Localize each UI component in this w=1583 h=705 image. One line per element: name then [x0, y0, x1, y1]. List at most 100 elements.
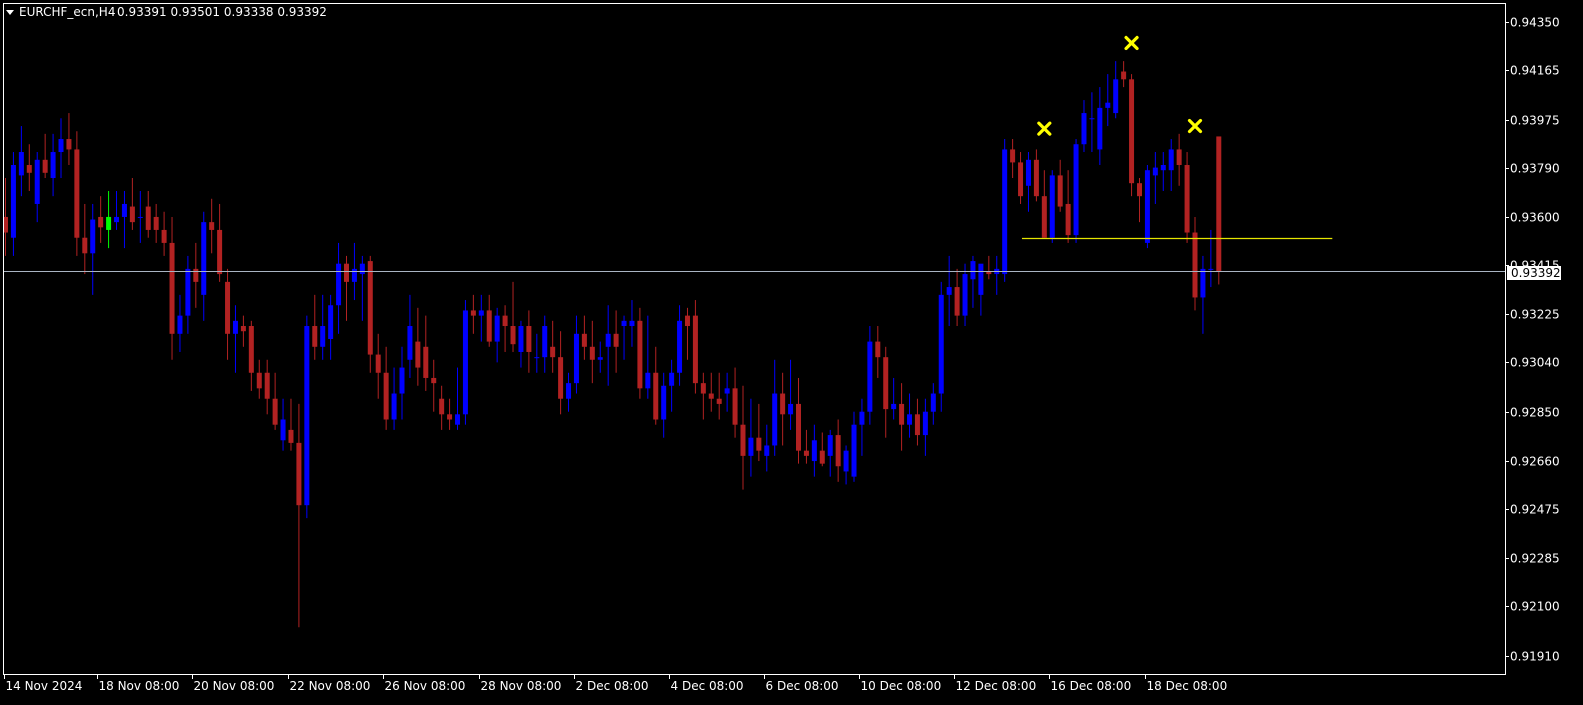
candle-body	[756, 437, 762, 451]
candle	[462, 300, 468, 425]
candle-body	[1097, 107, 1103, 150]
x-tick-label: 16 Dec 08:00	[1051, 679, 1132, 693]
candle-body	[1144, 170, 1150, 243]
candle	[637, 307, 643, 399]
candle-body	[106, 216, 112, 230]
candle-body	[42, 159, 48, 173]
candle-body	[772, 393, 778, 446]
candle-body	[1073, 144, 1079, 236]
candle-body	[58, 139, 64, 153]
candle-body	[415, 341, 421, 368]
candle-body	[1176, 149, 1182, 166]
candle-body	[343, 263, 349, 282]
candle-body	[1081, 113, 1087, 145]
candle-body	[518, 326, 524, 352]
candle-body	[50, 152, 56, 178]
candle-body	[1160, 165, 1166, 171]
candle-body	[692, 315, 698, 384]
candle-body	[209, 222, 215, 230]
candle-body	[336, 263, 342, 306]
candle-body	[629, 320, 635, 327]
candle-body	[970, 261, 976, 280]
candle-body	[859, 411, 865, 425]
candle-body	[510, 326, 516, 345]
candle-body	[153, 216, 159, 230]
candle-body	[819, 450, 825, 464]
candle-body	[581, 333, 587, 347]
candle-body	[1089, 118, 1095, 120]
candle-body	[732, 388, 738, 425]
candle-body	[264, 372, 270, 399]
candle-body	[653, 372, 659, 420]
candle-body	[383, 372, 389, 420]
x-tick-label: 14 Nov 2024	[6, 679, 83, 693]
candle-body	[1105, 102, 1111, 108]
candle-body	[288, 429, 294, 443]
candle-body	[470, 310, 476, 316]
candle-body	[26, 165, 32, 173]
candle-body	[407, 326, 413, 360]
candle-body	[193, 268, 199, 282]
candle-body	[938, 294, 944, 394]
candle-body	[145, 206, 151, 230]
candle-body	[502, 315, 508, 327]
candle-body	[1041, 196, 1047, 238]
y-tick-label: 0.92475	[1510, 503, 1560, 517]
candle-body	[1216, 136, 1222, 272]
candle	[1049, 170, 1055, 243]
candle-body	[66, 139, 72, 150]
candle-body	[748, 437, 754, 456]
candle-body	[716, 398, 722, 404]
candle-body	[201, 222, 207, 295]
x-tick-label: 28 Nov 08:00	[481, 679, 562, 693]
candle-body	[740, 424, 746, 456]
candle-body	[1121, 71, 1127, 80]
candle-body	[637, 320, 643, 389]
candle-body	[161, 229, 167, 243]
candle-body	[1192, 232, 1198, 298]
candle-body	[796, 403, 801, 451]
y-tick-label: 0.94350	[1510, 16, 1560, 30]
candle	[1144, 165, 1150, 249]
candle-body	[589, 346, 595, 360]
candle-body	[645, 372, 651, 389]
candle-body	[18, 152, 24, 176]
candle-body	[1002, 149, 1008, 275]
candle-body	[677, 320, 683, 373]
candle-body	[684, 315, 690, 327]
candle-body	[597, 357, 603, 360]
candle-body	[907, 414, 913, 425]
candle-body	[1152, 167, 1158, 176]
candle	[304, 315, 310, 519]
candle	[938, 281, 944, 412]
candle	[74, 131, 80, 256]
candle-body	[851, 424, 857, 477]
candle-body	[169, 242, 175, 334]
candle-body	[1113, 79, 1119, 114]
candle-body	[978, 263, 984, 295]
y-tick-label: 0.94165	[1510, 64, 1560, 78]
x-tick-label: 18 Nov 08:00	[99, 679, 180, 693]
candle-body	[883, 357, 889, 410]
candle-body	[1065, 203, 1071, 236]
candle-body	[803, 450, 809, 456]
chart-root: EURCHF_ecn,H4 0.93391 0.93501 0.93338 0.…	[0, 0, 1583, 705]
candle-body	[375, 354, 381, 373]
x-tick-label: 6 Dec 08:00	[766, 679, 839, 693]
candle-body	[462, 310, 468, 415]
current-price-label: 0.93392	[1511, 266, 1561, 280]
candle-body	[566, 383, 572, 399]
candle-body	[788, 403, 794, 415]
candle-body	[217, 229, 223, 275]
x-tick-label: 18 Dec 08:00	[1147, 679, 1228, 693]
price-chart[interactable]: EURCHF_ecn,H4 0.93391 0.93501 0.93338 0.…	[0, 0, 1583, 705]
ohlc-readout: 0.93391 0.93501 0.93338 0.93392	[117, 5, 327, 19]
candle-body	[423, 346, 429, 378]
candle-body	[613, 333, 619, 347]
candle-body	[962, 274, 968, 316]
candle-body	[780, 393, 786, 415]
candle-body	[90, 219, 96, 254]
candle-body	[875, 341, 881, 358]
candle-body	[1025, 159, 1031, 186]
candle-body	[946, 287, 952, 295]
